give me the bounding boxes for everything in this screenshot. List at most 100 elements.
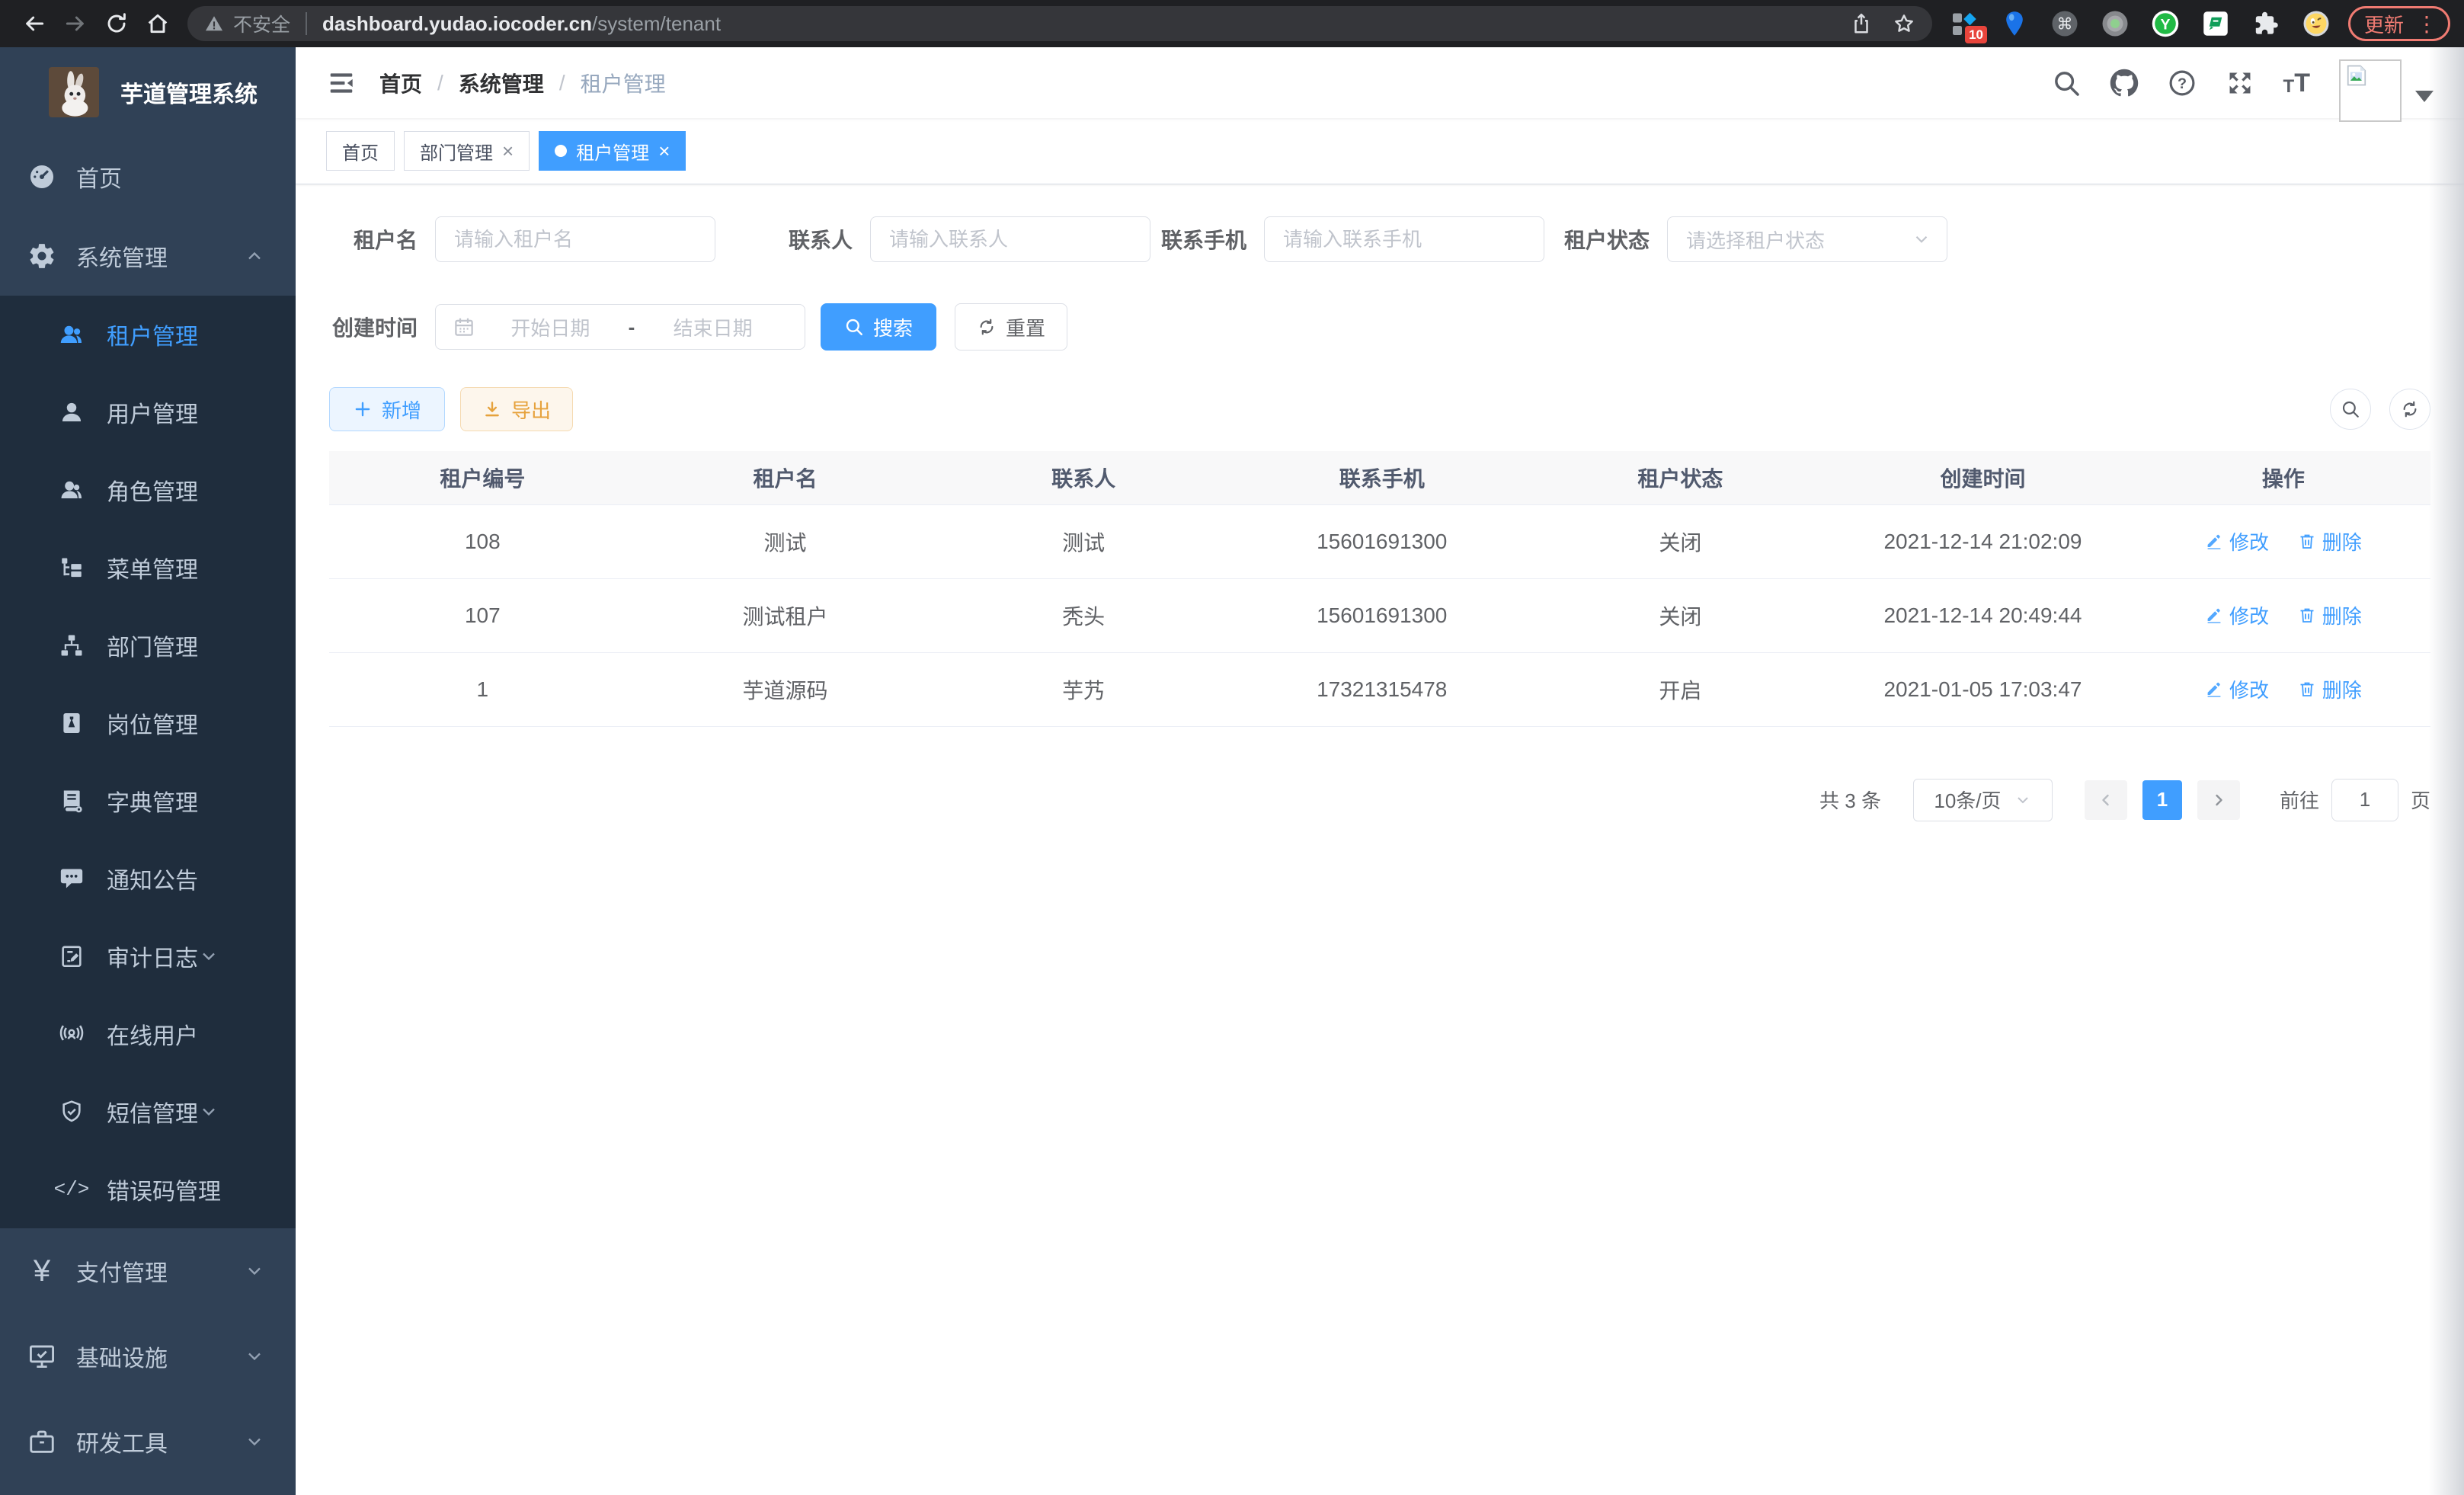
date-range-picker[interactable]: 开始日期 - 结束日期 [435,304,805,350]
extension-pin-icon[interactable] [1999,8,2030,39]
table-toolbar: 新增 导出 [329,387,2430,431]
extension-record-icon[interactable] [2100,8,2130,39]
security-status[interactable]: 不安全 [204,10,290,37]
browser-forward-button[interactable] [55,3,96,44]
tenant-name-input[interactable] [435,216,715,262]
search-button[interactable]: 搜索 [821,303,936,351]
share-icon[interactable] [1850,12,1873,35]
sidebar-item-error-code[interactable]: </> 错误码管理 [0,1151,296,1228]
edit-pencil-icon [2205,606,2223,624]
font-size-button[interactable]: TT [2283,70,2310,96]
tab-tenant[interactable]: 租户管理 × [539,131,686,171]
edit-link[interactable]: 修改 [2205,527,2269,555]
reset-button-label: 重置 [1006,313,1045,341]
tab-close-icon[interactable]: × [502,141,514,161]
goto-page-input[interactable] [2331,779,2398,821]
shield-check-icon [56,1099,87,1125]
next-page-button[interactable] [2197,780,2240,820]
sidebar-item-label: 角色管理 [107,473,198,507]
delete-link[interactable]: 删除 [2298,527,2362,555]
sidebar-item-menu[interactable]: 菜单管理 [0,529,296,607]
tab-home[interactable]: 首页 [326,131,395,171]
trash-icon [2298,532,2316,550]
sidebar-item-home[interactable]: 首页 [0,137,296,216]
sidebar-item-label: 岗位管理 [107,706,198,740]
tree-table-icon [56,555,87,581]
col-contact: 联系人 [934,451,1233,504]
browser-home-button[interactable] [137,3,178,44]
sidebar-item-sms[interactable]: 短信管理 [0,1073,296,1151]
edit-link[interactable]: 修改 [2205,601,2269,629]
chevron-down-icon [2014,791,2032,809]
trash-icon [2298,606,2316,624]
sidebar-item-user[interactable]: 用户管理 [0,373,296,451]
extension-chat-icon[interactable] [2200,8,2231,39]
reset-button[interactable]: 重置 [955,303,1067,351]
dashboard-icon [24,162,59,191]
refresh-table-button[interactable] [2389,389,2430,430]
edit-link[interactable]: 修改 [2205,675,2269,703]
sidebar-item-label: 在线用户 [107,1017,198,1051]
show-search-toggle-button[interactable] [2330,389,2371,430]
help-button[interactable]: ? [2168,69,2197,98]
github-icon [2110,69,2139,98]
logo-rabbit-image [49,67,99,117]
fullscreen-button[interactable] [2226,69,2254,98]
breadcrumb-home[interactable]: 首页 [379,68,422,98]
browser-back-button[interactable] [14,3,55,44]
contact-input[interactable] [870,216,1150,262]
app-logo[interactable]: 芋道管理系统 [0,47,296,137]
status-select[interactable]: 请选择租户状态 [1667,216,1947,262]
sidebar-toggle-button[interactable] [296,69,379,97]
profile-avatar-icon[interactable] [2301,8,2331,39]
cell-actions: 修改 删除 [2136,652,2430,726]
browser-update-button[interactable]: 更新 ⋮ [2348,6,2450,41]
tab-label: 首页 [342,138,379,165]
browser-reload-button[interactable] [96,3,137,44]
tenant-name-label: 租户名 [329,224,418,255]
sidebar-item-system[interactable]: 系统管理 [0,216,296,296]
extension-tampermonkey-icon[interactable]: 10 [1949,8,1979,39]
sidebar-item-post[interactable]: 岗位管理 [0,684,296,762]
extension-y-logo-icon[interactable]: Y [2150,8,2181,39]
extensions-puzzle-icon[interactable] [2251,8,2281,39]
sidebar-item-dict[interactable]: 字典管理 [0,762,296,840]
cell-phone: 15601691300 [1233,504,1531,578]
tab-close-icon[interactable]: × [658,141,670,161]
github-button[interactable] [2110,69,2139,98]
sidebar-item-audit-log[interactable]: 审计日志 [0,917,296,995]
log-pen-icon [56,943,87,969]
delete-link[interactable]: 删除 [2298,601,2362,629]
sidebar-item-role[interactable]: 角色管理 [0,451,296,529]
sidebar-item-label: 字典管理 [107,784,198,818]
breadcrumb-system[interactable]: 系统管理 [459,68,544,98]
header-search-button[interactable] [2052,69,2081,98]
mobile-input[interactable] [1264,216,1544,262]
cell-tenant-id: 1 [329,652,636,726]
browser-menu-icon[interactable]: ⋮ [2416,11,2437,37]
page-size-select[interactable]: 10条/页 [1913,779,2053,821]
chevron-left-icon [2097,791,2115,809]
sidebar-item-online-user[interactable]: 在线用户 [0,995,296,1073]
chevron-down-icon [1912,229,1931,249]
bookmark-star-icon[interactable] [1893,12,1915,35]
prev-page-button[interactable] [2085,780,2127,820]
sidebar-item-pay[interactable]: ¥ 支付管理 [0,1228,296,1314]
user-avatar-dropdown[interactable] [2339,59,2434,107]
sidebar-item-tenant[interactable]: 租户管理 [0,296,296,373]
briefcase-icon [24,1427,59,1456]
reload-icon [104,11,129,36]
pagination-total: 共 3 条 [1819,786,1881,814]
sidebar-item-dept[interactable]: 部门管理 [0,607,296,684]
add-button[interactable]: 新增 [329,387,445,431]
tab-dept[interactable]: 部门管理 × [404,131,530,171]
sidebar-item-infra[interactable]: 基础设施 [0,1314,296,1399]
sidebar-item-dev-tools[interactable]: 研发工具 [0,1399,296,1484]
caret-down-icon [2415,91,2434,102]
address-bar[interactable]: 不安全 dashboard.yudao.iocoder.cn /system/t… [187,6,1932,41]
current-page-button[interactable]: 1 [2142,780,2182,820]
export-button[interactable]: 导出 [460,387,573,431]
sidebar-item-notice[interactable]: 通知公告 [0,840,296,917]
delete-link[interactable]: 删除 [2298,675,2362,703]
extension-command-icon[interactable]: ⌘ [2050,8,2080,39]
